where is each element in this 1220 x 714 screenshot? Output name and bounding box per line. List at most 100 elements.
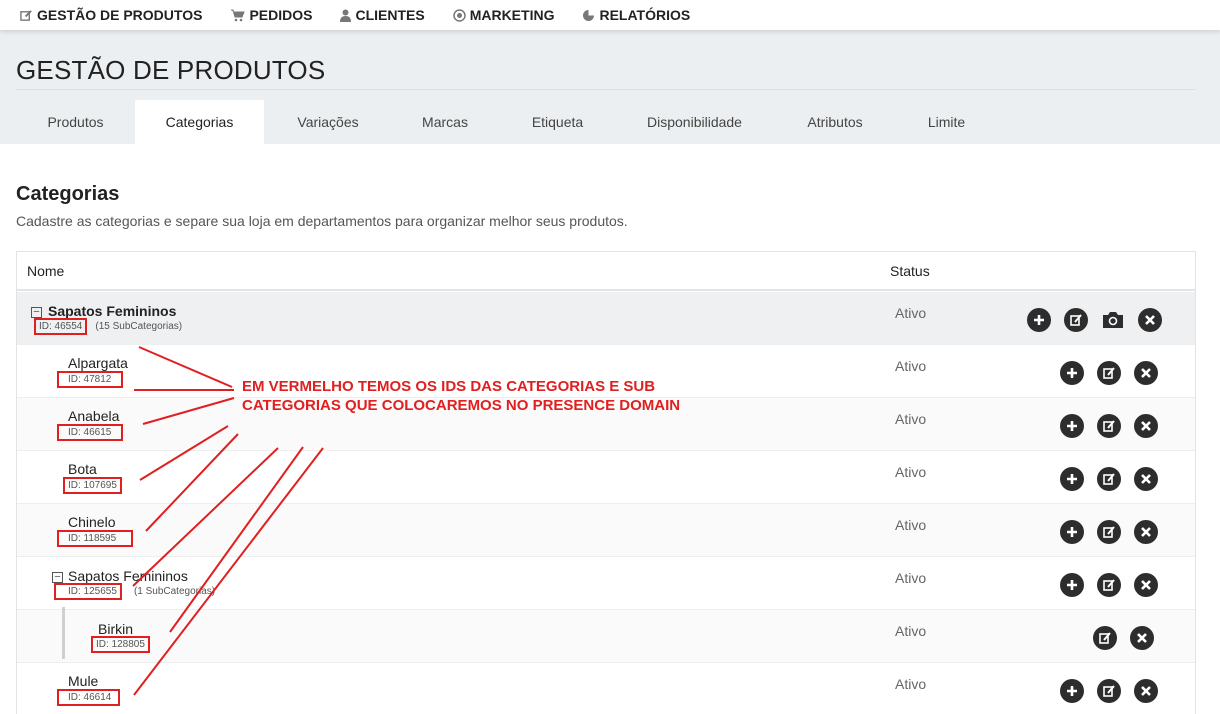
tab-marcas[interactable]: Marcas bbox=[392, 100, 498, 144]
status-text: Ativo bbox=[895, 623, 927, 639]
tab-produtos[interactable]: Produtos bbox=[16, 100, 135, 144]
tab-etiqueta[interactable]: Etiqueta bbox=[498, 100, 617, 144]
nav-clientes[interactable]: CLIENTES bbox=[340, 7, 425, 23]
tree-connector bbox=[62, 607, 65, 659]
delete-icon bbox=[1137, 633, 1147, 643]
nav-label: GESTÃO DE PRODUTOS bbox=[37, 7, 203, 23]
category-id: ID: 47812 bbox=[57, 371, 124, 388]
divider bbox=[16, 89, 1196, 90]
category-id: ID: 118595 bbox=[57, 530, 134, 547]
edit-icon bbox=[1070, 314, 1082, 326]
tab-disponibilidade[interactable]: Disponibilidade bbox=[617, 100, 772, 144]
nav-marketing[interactable]: MARKETING bbox=[452, 7, 554, 23]
pie-chart-icon bbox=[583, 9, 595, 21]
status-text: Ativo bbox=[895, 305, 927, 321]
column-header-name: Nome bbox=[27, 263, 65, 279]
edit-button[interactable] bbox=[1097, 520, 1121, 544]
category-name: Mule bbox=[68, 673, 99, 689]
subcategory-count: (1 SubCategorias) bbox=[133, 586, 216, 597]
tab-bar: Produtos Categorias Variações Marcas Eti… bbox=[16, 100, 995, 144]
categories-table: Nome Status − Sapatos Femininos ID: 4655… bbox=[16, 251, 1196, 714]
edit-button[interactable] bbox=[1097, 467, 1121, 491]
status-text: Ativo bbox=[895, 517, 927, 533]
nav-relatorios[interactable]: RELATÓRIOS bbox=[582, 7, 690, 23]
table-header: Nome Status bbox=[17, 252, 1195, 291]
edit-icon bbox=[1099, 632, 1111, 644]
add-icon bbox=[1067, 421, 1077, 431]
edit-button[interactable] bbox=[1097, 679, 1121, 703]
edit-button[interactable] bbox=[1097, 573, 1121, 597]
tab-atributos[interactable]: Atributos bbox=[772, 100, 898, 144]
add-icon bbox=[1034, 315, 1044, 325]
add-button[interactable] bbox=[1060, 679, 1084, 703]
top-navigation: GESTÃO DE PRODUTOS PEDIDOS CLIENTES MARK… bbox=[0, 0, 1220, 30]
delete-button[interactable] bbox=[1134, 467, 1158, 491]
section-description: Cadastre as categorias e separe sua loja… bbox=[16, 213, 628, 229]
photo-button[interactable] bbox=[1101, 308, 1125, 332]
delete-button[interactable] bbox=[1134, 361, 1158, 385]
add-button[interactable] bbox=[1060, 520, 1084, 544]
category-id: ID: 46614 bbox=[57, 689, 121, 706]
category-name: Chinelo bbox=[68, 514, 116, 530]
cart-icon bbox=[231, 9, 246, 21]
category-name: Anabela bbox=[68, 408, 120, 424]
nav-label: RELATÓRIOS bbox=[599, 7, 691, 23]
tab-limite[interactable]: Limite bbox=[898, 100, 995, 144]
delete-button[interactable] bbox=[1134, 414, 1158, 438]
category-id: ID: 107695 bbox=[63, 477, 122, 494]
category-id: ID: 125655 bbox=[54, 583, 122, 600]
edit-icon bbox=[1103, 473, 1115, 485]
category-name: Sapatos Femininos bbox=[48, 303, 177, 319]
delete-button[interactable] bbox=[1130, 626, 1154, 650]
add-icon bbox=[1067, 580, 1077, 590]
status-text: Ativo bbox=[895, 411, 927, 427]
status-text: Ativo bbox=[895, 570, 927, 586]
edit-icon bbox=[1103, 420, 1115, 432]
delete-button[interactable] bbox=[1134, 520, 1158, 544]
edit-button[interactable] bbox=[1064, 308, 1088, 332]
subcategory-count: (15 SubCategorias) bbox=[95, 321, 183, 332]
category-id: ID: 46554 bbox=[34, 318, 88, 335]
edit-icon bbox=[1103, 526, 1115, 538]
tab-variacoes[interactable]: Variações bbox=[264, 100, 392, 144]
delete-button[interactable] bbox=[1138, 308, 1162, 332]
delete-button[interactable] bbox=[1134, 573, 1158, 597]
section-title: Categorias bbox=[16, 183, 120, 205]
edit-icon bbox=[1103, 579, 1115, 591]
add-button[interactable] bbox=[1060, 361, 1084, 385]
target-icon bbox=[452, 8, 466, 22]
status-text: Ativo bbox=[895, 464, 927, 480]
table-row: Birkin ID: 128805 Ativo bbox=[17, 610, 1195, 663]
category-name: Bota bbox=[68, 461, 97, 477]
category-name: Birkin bbox=[98, 621, 134, 637]
delete-icon bbox=[1141, 527, 1151, 537]
add-button[interactable] bbox=[1060, 414, 1084, 438]
nav-label: CLIENTES bbox=[355, 7, 425, 23]
edit-button[interactable] bbox=[1093, 626, 1117, 650]
user-icon bbox=[340, 9, 352, 22]
category-id: ID: 46615 bbox=[57, 424, 124, 441]
add-button[interactable] bbox=[1060, 467, 1084, 491]
add-icon bbox=[1067, 527, 1077, 537]
delete-icon bbox=[1141, 474, 1151, 484]
edit-icon bbox=[1103, 367, 1115, 379]
add-button[interactable] bbox=[1060, 573, 1084, 597]
status-text: Ativo bbox=[895, 358, 927, 374]
tab-categorias[interactable]: Categorias bbox=[135, 100, 264, 144]
add-button[interactable] bbox=[1027, 308, 1051, 332]
table-row: Bota ID: 107695 Ativo bbox=[17, 451, 1195, 504]
edit-button[interactable] bbox=[1097, 361, 1121, 385]
nav-gestao-produtos[interactable]: GESTÃO DE PRODUTOS bbox=[20, 7, 202, 23]
table-row: Mule ID: 46614 Ativo bbox=[17, 663, 1195, 714]
add-icon bbox=[1067, 368, 1077, 378]
add-icon bbox=[1067, 686, 1077, 696]
column-header-status: Status bbox=[890, 263, 930, 279]
edit-button[interactable] bbox=[1097, 414, 1121, 438]
collapse-icon[interactable]: − bbox=[52, 572, 63, 583]
nav-pedidos[interactable]: PEDIDOS bbox=[230, 7, 312, 23]
collapse-icon[interactable]: − bbox=[31, 307, 42, 318]
delete-button[interactable] bbox=[1134, 679, 1158, 703]
table-row: − Sapatos Femininos ID: 125655 (1 SubCat… bbox=[17, 557, 1195, 610]
edit-icon bbox=[20, 9, 32, 21]
table-row: − Sapatos Femininos ID: 46554 (15 SubCat… bbox=[17, 292, 1195, 345]
